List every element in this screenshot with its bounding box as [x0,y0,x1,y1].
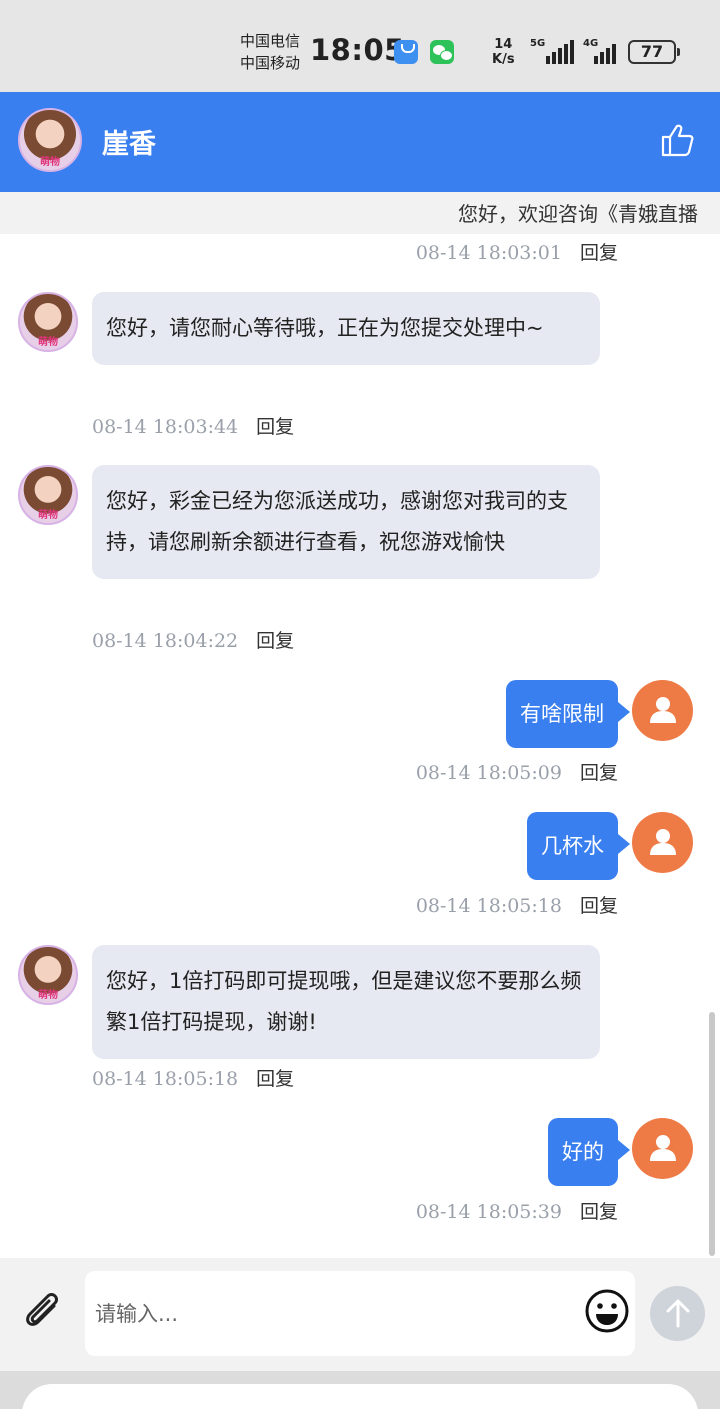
carrier-names: 中国电信 中国移动 [240,30,300,74]
user-avatar[interactable] [632,812,693,873]
signal-bars-icon [594,38,622,64]
smiley-icon[interactable] [584,1288,630,1334]
carrier-2: 中国移动 [240,54,301,72]
send-button[interactable] [650,1286,705,1341]
battery-icon: 77 [628,40,680,64]
shopping-bag-icon [394,40,418,64]
input-bar [0,1258,720,1371]
status-time: 18:05 [310,33,405,67]
agent-avatar[interactable]: 萌物 [18,108,82,172]
reply-button[interactable]: 回复 [256,1068,294,1090]
message-input[interactable] [85,1271,635,1356]
avatar-tag: 萌物 [38,990,58,1001]
chat-header: 萌物 崖香 [0,92,720,192]
outgoing-message-bubble: 几杯水 [527,812,630,880]
message-time: 08-14 18:04:22 [92,630,239,652]
message-meta: 08-14 18:04:22 回复 [92,626,294,653]
reply-button[interactable]: 回复 [256,630,294,652]
message-meta: 08-14 18:05:18 回复 [416,891,618,918]
avatar-tag: 萌物 [40,157,60,168]
reply-button[interactable]: 回复 [580,1201,618,1223]
wechat-icon [430,40,454,64]
avatar-tag: 萌物 [38,337,58,348]
message-time: 08-14 18:03:01 [415,242,562,264]
incoming-message-bubble: 您好，1倍打码即可提现哦，但是建议您不要那么频繁1倍打码提现，谢谢! [92,945,600,1059]
message-time: 08-14 18:03:44 [92,416,239,438]
arrow-up-icon [666,1299,690,1328]
avatar-tag: 萌物 [38,510,58,521]
incoming-message-bubble: 您好，请您耐心等待哦，正在为您提交处理中~ [92,292,600,365]
agent-avatar[interactable]: 萌物 [18,292,78,352]
paperclip-icon[interactable] [22,1292,66,1336]
person-icon [650,697,676,723]
status-bar: 中国电信 中国移动 18:05 14 K/s 5G 4G 77 [0,0,720,92]
bottom-bar [22,1384,698,1409]
message-meta: 08-14 18:03:44 回复 [92,412,294,439]
carrier-1: 中国电信 [240,32,301,50]
net-speed: 14 K/s [492,37,515,67]
marquee-text: 您好，欢迎咨询《青娥直播 [458,202,698,226]
agent-avatar[interactable]: 萌物 [18,465,78,525]
message-meta: 08-14 18:05:18 回复 [92,1064,294,1091]
reply-button[interactable]: 回复 [580,895,618,917]
scrollbar[interactable] [709,1012,715,1256]
person-icon [650,829,676,855]
reply-button[interactable]: 回复 [256,416,294,438]
user-avatar[interactable] [632,680,693,741]
thumbs-up-icon[interactable] [660,122,696,158]
outgoing-message-bubble: 有啥限制 [506,680,630,748]
outgoing-message-bubble: 好的 [548,1118,630,1186]
message-time: 08-14 18:05:18 [415,895,562,917]
signal-bars-icon [546,38,574,64]
message-time: 08-14 18:05:39 [415,1201,562,1223]
agent-avatar[interactable]: 萌物 [18,945,78,1005]
chat-title: 崖香 [102,129,156,160]
announcement-marquee: 您好，欢迎咨询《青娥直播 [0,192,720,234]
reply-button[interactable]: 回复 [580,242,618,264]
message-time: 08-14 18:05:18 [92,1068,239,1090]
incoming-message-bubble: 您好，彩金已经为您派送成功，感谢您对我司的支持，请您刷新余额进行查看，祝您游戏愉… [92,465,600,579]
message-meta: 08-14 18:03:01 回复 [416,238,618,265]
message-meta: 08-14 18:05:39 回复 [416,1197,618,1224]
person-icon [650,1135,676,1161]
message-time: 08-14 18:05:09 [415,762,562,784]
signal-5g-label: 5G [530,38,546,49]
user-avatar[interactable] [632,1118,693,1179]
message-list[interactable]: 08-14 18:03:01 回复 萌物 您好，请您耐心等待哦，正在为您提交处理中… [0,234,720,1258]
message-meta: 08-14 18:05:09 回复 [416,758,618,785]
reply-button[interactable]: 回复 [580,762,618,784]
